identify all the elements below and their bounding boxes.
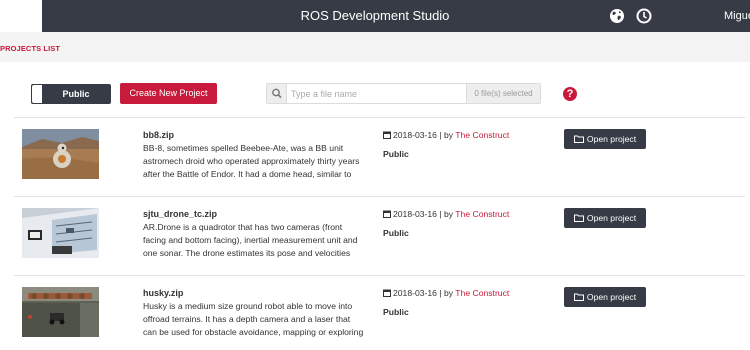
folder-open-icon (573, 293, 584, 301)
by-label: | by (439, 209, 454, 219)
project-description: AR.Drone is a quadrotor that has two cam… (143, 222, 358, 258)
open-project-button[interactable]: Open project (564, 287, 646, 307)
user-name[interactable]: Miguel (724, 0, 750, 32)
project-date: 2018-03-16 (393, 130, 437, 140)
section-strip (0, 32, 750, 62)
breadcrumb[interactable]: PROJECTS LIST (0, 44, 60, 53)
project-visibility: Public (383, 228, 409, 238)
globe-icon[interactable] (609, 8, 625, 24)
open-project-label: Open project (586, 213, 637, 223)
project-description: Husky is a medium size ground robot able… (143, 301, 364, 337)
project-author[interactable]: The Construct (455, 130, 509, 140)
project-thumbnail[interactable] (22, 287, 99, 337)
open-project-button[interactable]: Open project (564, 208, 646, 228)
folder-open-icon (573, 135, 584, 143)
files-selected-count: 0 file(s) selected (466, 84, 540, 103)
project-thumbnail[interactable] (22, 208, 99, 258)
project-row: bb8.zip BB-8, sometimes spelled Beebee-A… (0, 117, 750, 197)
open-project-label: Open project (586, 292, 637, 302)
help-icon[interactable]: ? (563, 87, 577, 101)
create-new-project-button[interactable]: Create New Project (120, 83, 217, 104)
project-meta: 2018-03-16 | by The Construct (383, 288, 509, 298)
open-project-label: Open project (586, 134, 637, 144)
search-icon-box (267, 84, 287, 103)
project-date: 2018-03-16 (393, 209, 437, 219)
project-meta: 2018-03-16 | by The Construct (383, 130, 509, 140)
project-date: 2018-03-16 (393, 288, 437, 298)
open-project-button[interactable]: Open project (564, 129, 646, 149)
project-name[interactable]: husky.zip (143, 288, 183, 298)
project-description: BB-8, sometimes spelled Beebee-Ate, was … (143, 143, 360, 179)
top-bar: ROS Development Studio Miguel (0, 0, 750, 32)
toggle-label: Public (62, 89, 90, 99)
project-row: sjtu_drone_tc.zip AR.Drone is a quadroto… (0, 196, 750, 276)
project-row: husky.zip Husky is a medium size ground … (0, 275, 750, 350)
project-visibility: Public (383, 307, 409, 317)
project-thumbnail[interactable] (22, 129, 99, 179)
file-search: 0 file(s) selected (266, 83, 541, 104)
by-label: | by (439, 288, 454, 298)
visibility-toggle[interactable]: Public (31, 84, 111, 104)
project-author[interactable]: The Construct (455, 209, 509, 219)
folder-open-icon (573, 214, 584, 222)
search-icon (272, 88, 282, 99)
project-name[interactable]: bb8.zip (143, 130, 174, 140)
project-name[interactable]: sjtu_drone_tc.zip (143, 209, 217, 219)
search-input[interactable] (291, 86, 461, 101)
calendar-icon (383, 131, 391, 139)
clock-icon[interactable] (636, 8, 652, 24)
calendar-icon (383, 289, 391, 297)
calendar-icon (383, 210, 391, 218)
project-visibility: Public (383, 149, 409, 159)
by-label: | by (439, 130, 454, 140)
project-author[interactable]: The Construct (455, 288, 509, 298)
project-meta: 2018-03-16 | by The Construct (383, 209, 509, 219)
